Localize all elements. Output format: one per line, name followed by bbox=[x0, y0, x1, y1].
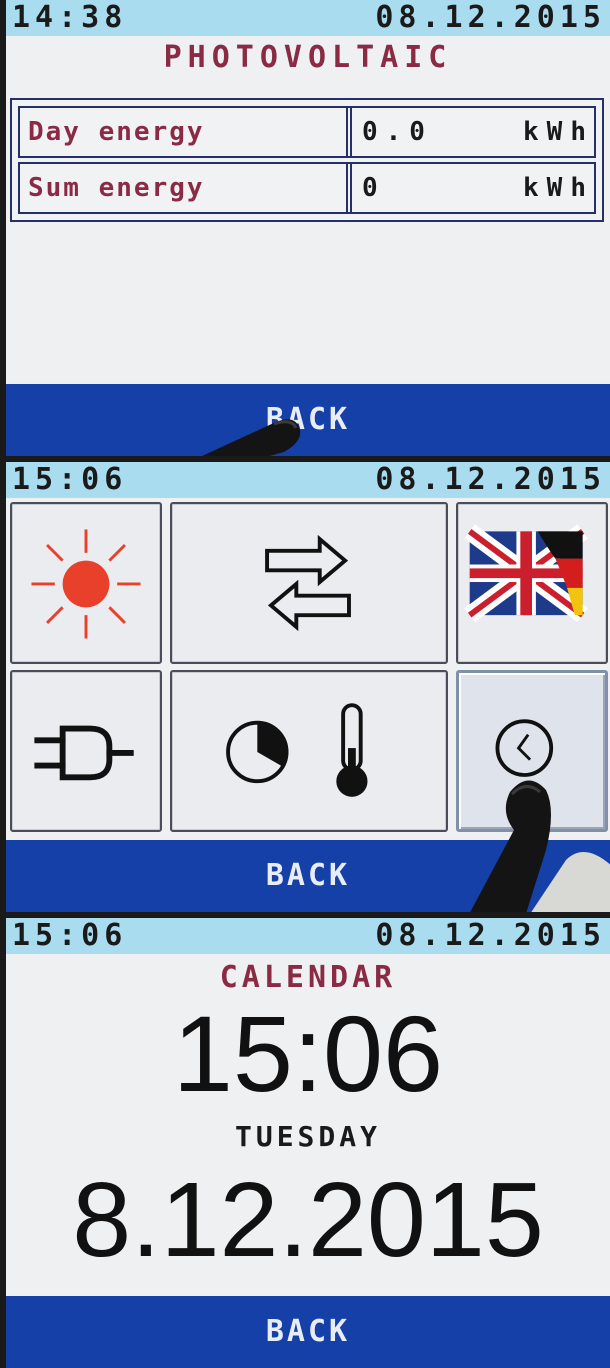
row-unit: kWh bbox=[523, 117, 594, 147]
language-flag-icon bbox=[464, 524, 588, 623]
weekday-label: TUESDAY bbox=[234, 1120, 381, 1153]
table-row: Day energy 0.0 kWh bbox=[18, 106, 596, 158]
status-bar: 14:38 08.12.2015 bbox=[6, 0, 610, 36]
menu-screen: 15:06 08.12.2015 BACK bbox=[6, 462, 610, 912]
calendar-date: 8.12.2015 bbox=[72, 1161, 544, 1279]
power-tile-button[interactable] bbox=[10, 670, 162, 832]
sun-tile-button[interactable] bbox=[10, 502, 162, 664]
data-transfer-tile-button[interactable] bbox=[170, 502, 448, 664]
row-value: 0.0 bbox=[362, 117, 433, 147]
row-label: Sum energy bbox=[28, 173, 205, 203]
stylus-pen bbox=[470, 780, 610, 912]
photovoltaic-screen: 14:38 08.12.2015 PHOTOVOLTAIC Day energy… bbox=[6, 0, 610, 456]
status-bar: 15:06 08.12.2015 bbox=[6, 462, 610, 498]
status-date: 08.12.2015 bbox=[375, 0, 606, 35]
transfer-arrows-icon bbox=[265, 534, 351, 632]
clock-time: 15:06 bbox=[172, 993, 444, 1114]
status-bar: 15:06 08.12.2015 bbox=[6, 918, 610, 954]
page-title: CALENDAR bbox=[219, 960, 397, 995]
column-divider bbox=[346, 164, 352, 212]
back-button[interactable]: BACK bbox=[6, 1296, 610, 1368]
row-label: Day energy bbox=[28, 117, 205, 147]
energy-table: Day energy 0.0 kWh Sum energy 0 kWh bbox=[10, 98, 604, 222]
status-time: 14:38 bbox=[12, 0, 128, 35]
page-title: PHOTOVOLTAIC bbox=[163, 40, 453, 75]
row-value: 0 bbox=[362, 173, 386, 203]
row-unit: kWh bbox=[523, 173, 594, 203]
table-row: Sum energy 0 kWh bbox=[18, 162, 596, 214]
status-time: 15:06 bbox=[12, 918, 128, 953]
column-divider bbox=[346, 108, 352, 156]
stylus-pen bbox=[202, 419, 301, 456]
status-time: 15:06 bbox=[12, 462, 128, 497]
calendar-screen: 15:06 08.12.2015 CALENDAR 15:06 TUESDAY … bbox=[6, 918, 610, 1368]
language-tile-button[interactable] bbox=[456, 502, 608, 664]
status-date: 08.12.2015 bbox=[375, 462, 606, 497]
sun-icon bbox=[31, 529, 141, 639]
status-date: 08.12.2015 bbox=[375, 918, 606, 953]
power-plug-icon bbox=[34, 725, 134, 781]
